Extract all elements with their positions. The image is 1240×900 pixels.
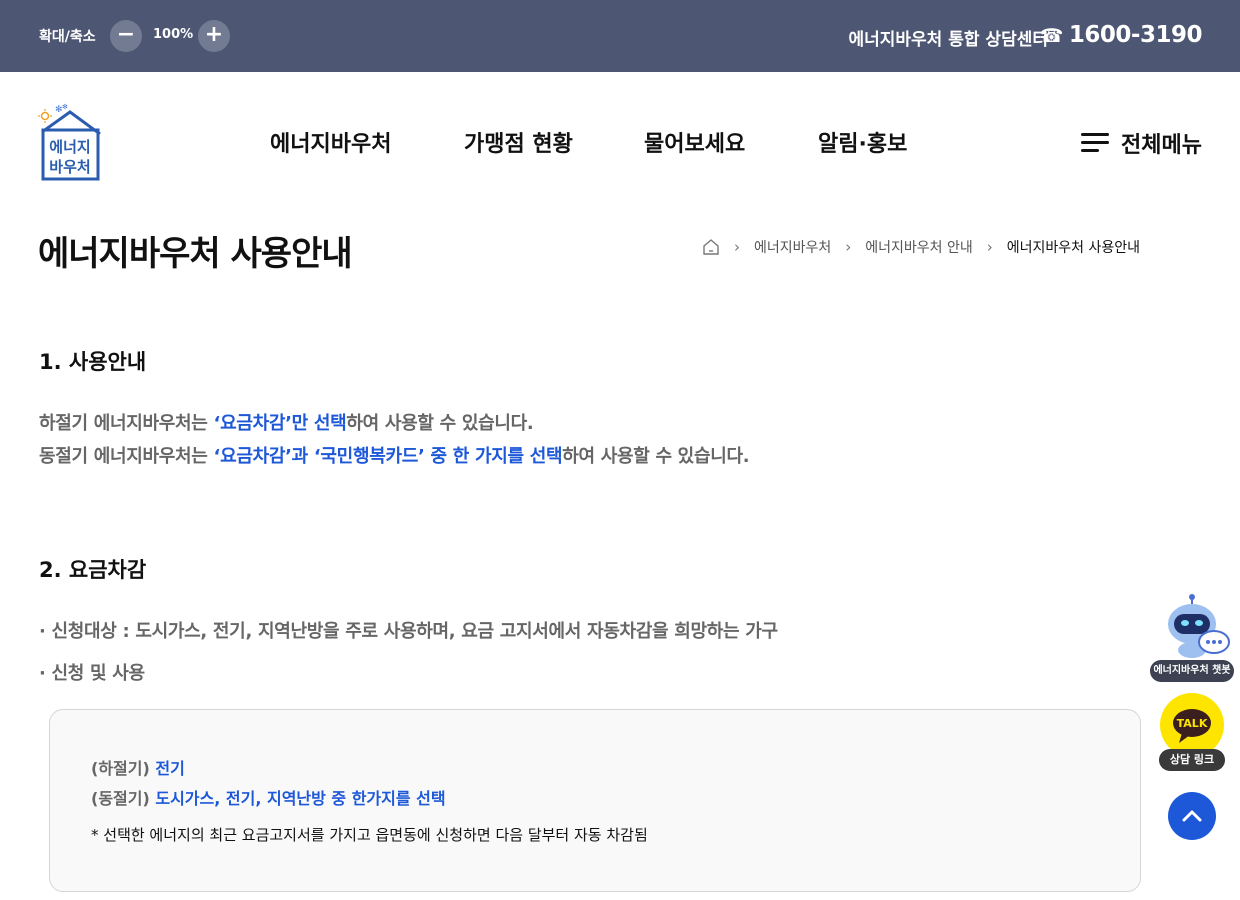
site-logo[interactable]: ✻ ✻ 에너지 바우처 [38, 102, 102, 182]
page-title: 에너지바우처 사용안내 [38, 234, 353, 274]
chevron-right-icon: › [733, 238, 740, 256]
zoom-in-button[interactable]: + [198, 20, 230, 52]
all-menu-button[interactable]: 전체메뉴 [1081, 127, 1202, 159]
top-utility-bar: 확대/축소 − 100% + 에너지바우처 통합 상담센터 ☎ 1600-3190 [0, 0, 1240, 72]
winter-energy-line: (동절기) 도시가스, 전기, 지역난방 중 한가지를 선택 [91, 789, 446, 808]
home-icon[interactable] [702, 238, 720, 256]
talk-label: 상담 링크 [1159, 749, 1225, 771]
section-title-usage: 1. 사용안내 [39, 350, 147, 374]
breadcrumb-item-2[interactable]: 에너지바우처 안내 [865, 237, 973, 257]
kakao-talk-icon: TALK [1173, 709, 1211, 743]
house-logo-icon: ✻ ✻ 에너지 바우처 [38, 103, 101, 181]
kakao-talk-button[interactable]: TALK 상담 링크 [1159, 693, 1225, 773]
chatbot-button[interactable]: 에너지바우처 챗봇 [1150, 594, 1234, 684]
chevron-right-icon: › [845, 238, 852, 256]
breadcrumb-current: 에너지바우처 사용안내 [1006, 240, 1140, 256]
nav-stores[interactable]: 가맹점 현황 [464, 126, 573, 158]
scroll-to-top-button[interactable] [1168, 792, 1216, 840]
nav-notice[interactable]: 알림·홍보 [818, 126, 907, 158]
phone-number: 1600-3190 [1068, 22, 1203, 48]
phone-icon: ☎ [1039, 25, 1064, 47]
deduction-target-text: · 신청대상 : 도시가스, 전기, 지역난방을 주로 사용하며, 요금 고지서… [39, 621, 778, 642]
logo-text-1: 에너지 [49, 138, 90, 156]
summer-energy-line: (하절기) 전기 [91, 759, 185, 778]
nav-faq[interactable]: 물어보세요 [644, 126, 745, 158]
breadcrumb-item-1[interactable]: 에너지바우처 [754, 237, 831, 257]
deduction-info-box: (하절기) 전기 (동절기) 도시가스, 전기, 지역난방 중 한가지를 선택 … [49, 709, 1141, 892]
zoom-label: 확대/축소 [39, 29, 96, 45]
talk-text: TALK [1177, 717, 1208, 730]
deduction-apply-text: · 신청 및 사용 [39, 663, 145, 684]
all-menu-label: 전체메뉴 [1121, 133, 1202, 158]
nav-energy-voucher[interactable]: 에너지바우처 [270, 126, 391, 158]
chatbot-label: 에너지바우처 챗봇 [1150, 660, 1234, 682]
deduction-note: * 선택한 에너지의 최근 요금고지서를 가지고 읍면동에 신청하면 다음 달부… [91, 826, 648, 844]
call-center-phone[interactable]: ☎ 1600-3190 [1039, 22, 1203, 48]
hamburger-icon [1081, 132, 1111, 154]
breadcrumb: › 에너지바우처 › 에너지바우처 안내 › 에너지바우처 사용안내 [702, 237, 1140, 257]
zoom-value: 100% [153, 27, 194, 42]
chevron-right-icon: › [986, 238, 993, 256]
svg-text:✻: ✻ [62, 103, 68, 111]
logo-text-2: 바우처 [49, 158, 90, 176]
usage-summer-text: 하절기 에너지바우처는 ‘요금차감’만 선택하여 사용할 수 있습니다. [39, 413, 534, 434]
section-title-deduction: 2. 요금차감 [39, 558, 147, 582]
call-center-label: 에너지바우처 통합 상담센터 [848, 30, 1048, 50]
robot-icon [1168, 594, 1230, 658]
chevron-up-icon [1182, 810, 1202, 822]
zoom-out-button[interactable]: − [110, 20, 142, 52]
usage-winter-text: 동절기 에너지바우처는 ‘요금차감’과 ‘국민행복카드’ 중 한 가지를 선택하… [39, 446, 750, 467]
